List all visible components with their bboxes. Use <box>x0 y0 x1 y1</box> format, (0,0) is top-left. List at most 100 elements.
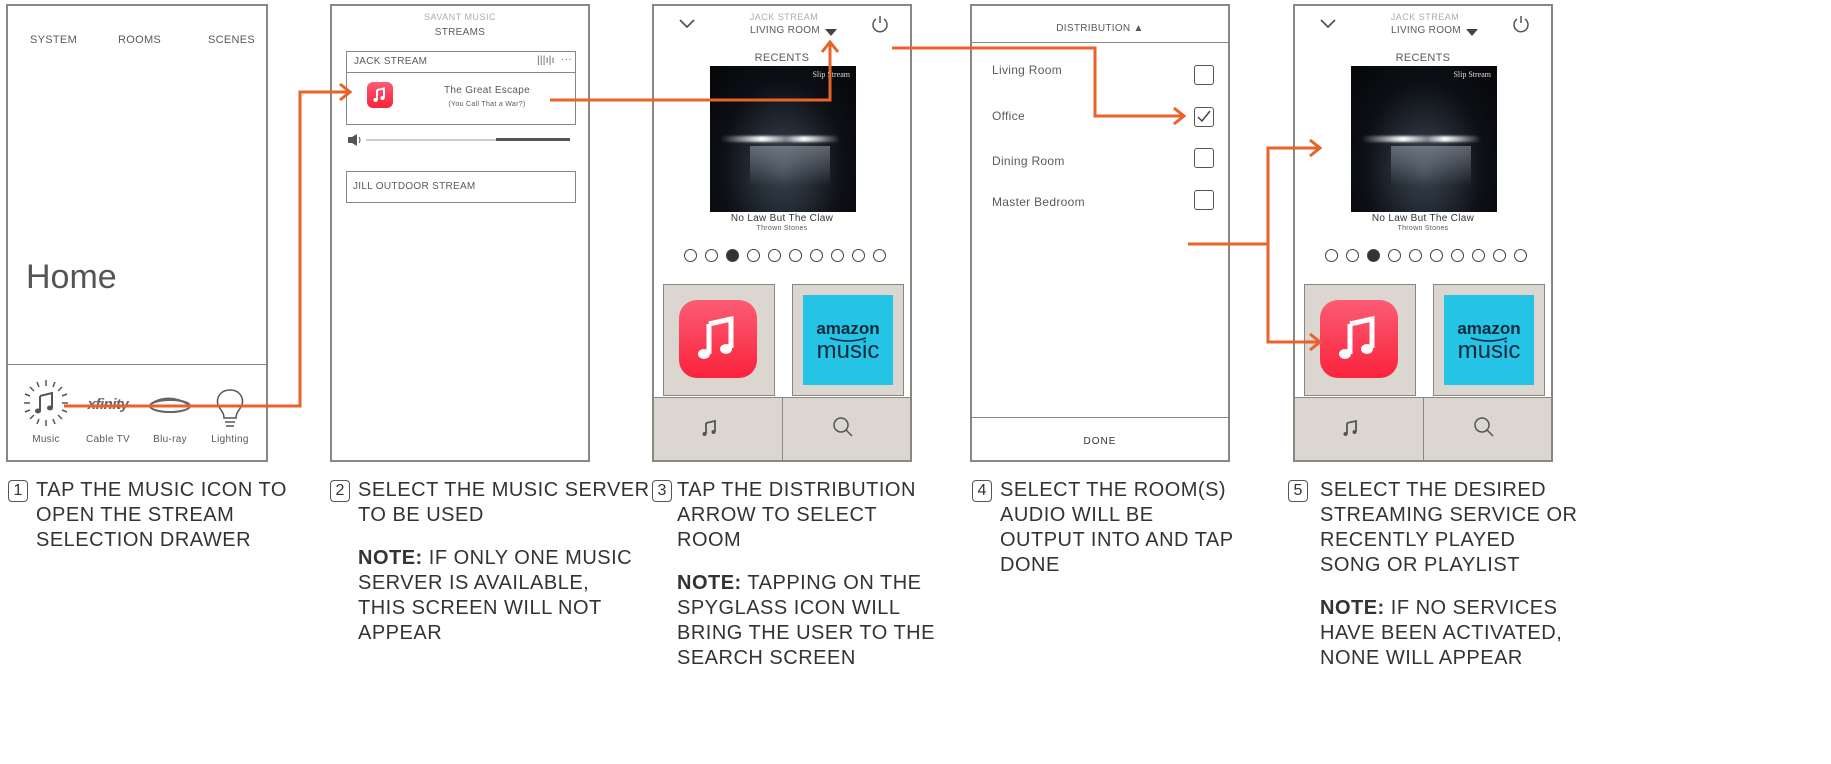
music-tab-icon[interactable] <box>1341 418 1361 438</box>
pager-dot[interactable] <box>747 249 760 262</box>
checkbox-master[interactable] <box>1194 190 1214 210</box>
lightbulb-icon <box>216 389 244 427</box>
pager-dot[interactable] <box>705 249 718 262</box>
checkbox-office[interactable] <box>1194 107 1214 127</box>
caption-line: RECENTLY PLAYED <box>1320 529 1516 551</box>
room-title: LIVING ROOM <box>750 25 820 36</box>
pager-dot[interactable] <box>1493 249 1506 262</box>
note-label: NOTE: <box>677 572 742 594</box>
music-tab-icon[interactable] <box>700 418 720 438</box>
step-caption-5: SELECT THE DESIRED STREAMING SERVICE OR … <box>1320 478 1577 671</box>
nav-rooms[interactable]: ROOMS <box>118 34 161 46</box>
header-title: STREAMS <box>434 27 486 38</box>
tab-divider <box>782 398 783 460</box>
album-art[interactable]: Slip Stream <box>710 66 856 212</box>
power-icon[interactable] <box>871 15 889 33</box>
amazon-text: amazon <box>1457 319 1521 338</box>
icon-divider <box>8 364 266 365</box>
search-icon[interactable] <box>832 416 854 438</box>
distribution-arrow-icon[interactable] <box>1466 29 1478 37</box>
pager-dot[interactable] <box>873 249 886 262</box>
bluray-source[interactable]: Blu-ray <box>142 378 198 448</box>
stream-card-jack[interactable]: JACK STREAM |||ı|ı ··· The Great Escape … <box>346 51 576 125</box>
distribution-arrow-icon[interactable] <box>825 29 837 37</box>
pager-dot[interactable] <box>1451 249 1464 262</box>
pager-dot[interactable] <box>684 249 697 262</box>
pager-dot[interactable] <box>1514 249 1527 262</box>
header-top: SAVANT MUSIC <box>423 12 496 22</box>
checkbox-dining[interactable] <box>1194 148 1214 168</box>
pager-dot[interactable] <box>768 249 781 262</box>
pager-dot[interactable] <box>726 249 739 262</box>
checkbox-living[interactable] <box>1194 65 1214 85</box>
bluray-label: Blu-ray <box>153 434 187 445</box>
pager-dot[interactable] <box>1346 249 1359 262</box>
song-title: No Law But The Claw <box>1371 213 1475 224</box>
amazon-music-logo: amazon music <box>1444 295 1534 385</box>
lighting-source[interactable]: Lighting <box>202 378 258 448</box>
apple-music-tile[interactable] <box>663 284 775 396</box>
caption-line: TO BE USED <box>358 504 484 526</box>
tab-bar <box>654 397 910 460</box>
step-number-4: 4 <box>972 480 992 502</box>
power-icon[interactable] <box>1512 15 1530 33</box>
pager[interactable] <box>1325 249 1535 263</box>
screen-home: SYSTEM ROOMS SCENES Home Music xfinity C… <box>6 4 268 462</box>
amazon-music-tile[interactable]: amazon music <box>1433 284 1545 396</box>
footer-divider <box>972 417 1228 418</box>
volume-slider[interactable] <box>348 134 570 146</box>
search-icon[interactable] <box>1473 416 1495 438</box>
stream-title: JACK STREAM <box>1390 12 1460 22</box>
pager-dot[interactable] <box>1388 249 1401 262</box>
chevron-down-icon[interactable] <box>1319 18 1337 30</box>
step-caption-2: SELECT THE MUSIC SERVER TO BE USED NOTE:… <box>358 478 650 646</box>
pager[interactable] <box>684 249 894 263</box>
caption-line: ROOM <box>677 529 742 551</box>
song-title: No Law But The Claw <box>730 213 834 224</box>
screen-distribution: DISTRIBUTION ▲ Living Room Office Dining… <box>970 4 1230 462</box>
caption-line: SELECT THE DESIRED <box>1320 479 1547 501</box>
pager-dot[interactable] <box>1325 249 1338 262</box>
note-label: NOTE: <box>1320 597 1385 619</box>
pager-dot[interactable] <box>1430 249 1443 262</box>
cable-tv-label: Cable TV <box>86 434 130 445</box>
section-title: RECENTS <box>1395 52 1451 64</box>
caption-line: NONE WILL APPEAR <box>1320 647 1523 669</box>
caption-line: SELECT THE MUSIC SERVER <box>358 479 650 501</box>
done-button[interactable]: DONE <box>972 436 1228 447</box>
distribution-header[interactable]: DISTRIBUTION ▲ <box>972 23 1228 34</box>
pager-dot[interactable] <box>810 249 823 262</box>
equalizer-icon: |||ı|ı <box>537 55 555 66</box>
pager-dot[interactable] <box>1472 249 1485 262</box>
caption-line: AUDIO WILL BE <box>1000 504 1154 526</box>
music-source[interactable]: Music <box>18 378 74 448</box>
caption-line: APPEAR <box>358 622 443 644</box>
nav-scenes[interactable]: SCENES <box>208 34 255 46</box>
step-caption-1: TAP THE MUSIC ICON TO OPEN THE STREAM SE… <box>36 478 287 553</box>
room-label-dining: Dining Room <box>992 154 1065 168</box>
more-icon[interactable]: ··· <box>561 54 572 65</box>
apple-music-icon <box>1320 300 1398 378</box>
checkmark-icon <box>1197 110 1211 123</box>
caption-line: NOTE: TAPPING ON THE <box>677 571 935 596</box>
chevron-down-icon[interactable] <box>678 18 696 30</box>
pager-dot[interactable] <box>789 249 802 262</box>
stream-name: JACK STREAM <box>354 56 428 67</box>
album-art[interactable]: Slip Stream <box>1351 66 1497 212</box>
artist-name: Thrown Stones <box>1397 225 1449 232</box>
room-label-office: Office <box>992 109 1025 123</box>
tab-bar <box>1295 397 1551 460</box>
cable-tv-source[interactable]: xfinity Cable TV <box>80 378 136 448</box>
caption-line: ARROW TO SELECT <box>677 504 878 526</box>
room-label-living: Living Room <box>992 63 1062 77</box>
note-label: NOTE: <box>358 547 423 569</box>
amazon-music-tile[interactable]: amazon music <box>792 284 904 396</box>
apple-music-tile[interactable] <box>1304 284 1416 396</box>
stream-card-jill[interactable]: JILL OUTDOOR STREAM <box>346 171 576 203</box>
pager-dot[interactable] <box>1409 249 1422 262</box>
pager-dot[interactable] <box>831 249 844 262</box>
pager-dot[interactable] <box>852 249 865 262</box>
bluray-logo <box>149 397 191 413</box>
pager-dot[interactable] <box>1367 249 1380 262</box>
nav-system[interactable]: SYSTEM <box>30 34 77 46</box>
